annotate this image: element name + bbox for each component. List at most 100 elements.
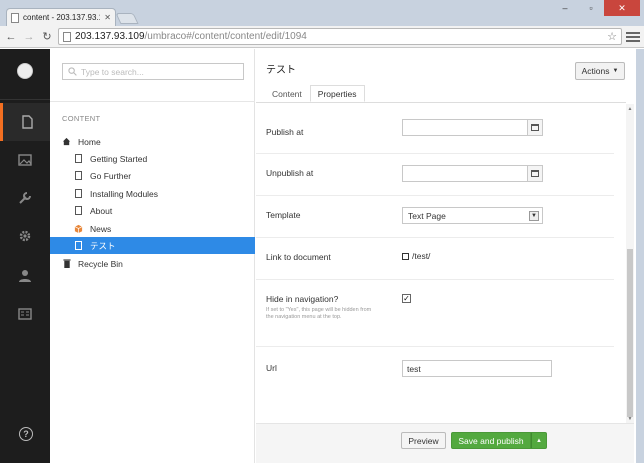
property-unpublish-at: Unpublish at bbox=[256, 154, 614, 196]
scrollbar[interactable]: ▲ ▼ bbox=[626, 104, 634, 424]
search-icon bbox=[68, 67, 77, 76]
media-section-icon[interactable] bbox=[0, 141, 50, 179]
document-icon bbox=[75, 154, 82, 163]
page-icon bbox=[63, 31, 71, 42]
document-link[interactable]: /test/ bbox=[402, 251, 430, 261]
tree-node-label: Installing Modules bbox=[90, 188, 159, 199]
tree-node-label: News bbox=[90, 223, 112, 234]
close-tab-icon[interactable]: ✕ bbox=[104, 13, 111, 22]
browser-tab-title: content - 203.137.93.1 bbox=[23, 13, 101, 22]
section-title: CONTENT bbox=[62, 114, 101, 123]
template-select[interactable]: Text Page ▼ bbox=[402, 207, 543, 224]
property-publish-at: Publish at bbox=[256, 104, 614, 154]
forward-arrow-icon[interactable]: → bbox=[22, 30, 36, 44]
scroll-down-icon[interactable]: ▼ bbox=[627, 416, 633, 422]
url-text: 203.137.93.109/umbraco#/content/content/… bbox=[75, 31, 307, 42]
divider bbox=[50, 101, 255, 102]
property-label: Publish at bbox=[266, 127, 304, 137]
unpublish-at-input[interactable] bbox=[402, 165, 528, 182]
page-icon bbox=[11, 12, 19, 23]
search-box bbox=[62, 63, 244, 80]
property-label: Url bbox=[266, 363, 277, 373]
browser-tabstrip: content - 203.137.93.1 ✕ – ▫ ✕ bbox=[0, 0, 644, 26]
property-label: Hide in navigation? bbox=[266, 294, 339, 304]
tree-node-about[interactable]: About bbox=[50, 202, 255, 219]
url-input[interactable]: test bbox=[402, 360, 552, 377]
property-label: Template bbox=[266, 210, 301, 220]
reload-icon[interactable]: ↻ bbox=[40, 30, 54, 44]
bookmark-star-icon[interactable]: ☆ bbox=[607, 30, 617, 43]
content-editor: テスト Actions ▼ Content Properties Publish… bbox=[256, 49, 636, 463]
tree-node-label: Getting Started bbox=[90, 153, 148, 164]
tree-node-news[interactable]: News bbox=[50, 220, 255, 237]
content-section-icon[interactable] bbox=[0, 103, 50, 141]
trash-icon bbox=[62, 259, 71, 269]
page-title[interactable]: テスト bbox=[266, 61, 296, 76]
hamburger-menu-icon[interactable] bbox=[626, 30, 640, 44]
tree-node-go-further[interactable]: Go Further bbox=[50, 167, 255, 184]
document-icon bbox=[75, 206, 82, 215]
calendar-icon[interactable] bbox=[527, 119, 543, 136]
external-link-icon bbox=[402, 252, 409, 260]
save-and-publish-button[interactable]: Save and publish bbox=[451, 432, 531, 449]
wrench-icon[interactable] bbox=[0, 179, 50, 217]
section-rail: ? bbox=[0, 49, 50, 463]
content-tree-panel: CONTENT Home Getting Started Go Further … bbox=[50, 49, 255, 463]
preview-button[interactable]: Preview bbox=[401, 432, 446, 449]
tree-node-getting-started[interactable]: Getting Started bbox=[50, 150, 255, 167]
gear-icon[interactable] bbox=[0, 217, 50, 255]
home-icon bbox=[62, 137, 71, 147]
property-link: Link to document /test/ bbox=[256, 238, 614, 280]
editor-tabs: Content Properties bbox=[264, 85, 365, 102]
calendar-icon[interactable] bbox=[527, 165, 543, 182]
scroll-up-icon[interactable]: ▲ bbox=[627, 106, 633, 112]
browser-toolbar: ← → ↻ 203.137.93.109/umbraco#/content/co… bbox=[0, 26, 644, 48]
window-close-icon[interactable]: ✕ bbox=[604, 0, 640, 16]
tab-content[interactable]: Content bbox=[264, 85, 310, 102]
document-icon bbox=[75, 241, 82, 250]
search-input[interactable] bbox=[81, 66, 231, 77]
members-card-icon[interactable] bbox=[0, 295, 50, 333]
actions-button[interactable]: Actions ▼ bbox=[575, 62, 625, 80]
properties-panel: Publish at Unpublish at Template Text Pa… bbox=[256, 104, 626, 424]
window-controls: – ▫ ✕ bbox=[552, 0, 640, 16]
chevron-down-icon: ▼ bbox=[529, 211, 539, 221]
box-icon bbox=[74, 224, 83, 234]
tree-node-label: Recycle Bin bbox=[78, 258, 123, 269]
tree-node-label: テスト bbox=[90, 240, 116, 251]
scroll-thumb[interactable] bbox=[627, 249, 633, 417]
property-url: Url test bbox=[256, 347, 614, 407]
browser-tab[interactable]: content - 203.137.93.1 ✕ bbox=[6, 8, 116, 26]
tree-node-test-selected[interactable]: テスト bbox=[50, 237, 255, 254]
document-icon bbox=[75, 171, 82, 180]
minimize-icon[interactable]: – bbox=[552, 0, 578, 16]
tree-node-home[interactable]: Home bbox=[50, 133, 255, 150]
tree-node-recycle-bin[interactable]: Recycle Bin bbox=[50, 255, 255, 272]
user-avatar[interactable] bbox=[17, 63, 33, 79]
property-template: Template Text Page ▼ bbox=[256, 196, 614, 238]
caret-down-icon: ▼ bbox=[612, 68, 619, 74]
property-label: Link to document bbox=[266, 252, 331, 262]
new-tab-button[interactable] bbox=[115, 13, 139, 24]
property-description: If set to "Yes", this page will be hidde… bbox=[266, 307, 372, 320]
actions-label: Actions bbox=[581, 66, 610, 76]
maximize-icon[interactable]: ▫ bbox=[578, 0, 604, 16]
address-bar[interactable]: 203.137.93.109/umbraco#/content/content/… bbox=[58, 28, 622, 45]
property-label: Unpublish at bbox=[266, 168, 314, 178]
caret-up-icon[interactable]: ▲ bbox=[531, 432, 547, 449]
back-arrow-icon[interactable]: ← bbox=[4, 30, 18, 44]
tree-node-label: About bbox=[90, 205, 113, 216]
document-icon bbox=[75, 189, 82, 198]
tab-properties[interactable]: Properties bbox=[309, 85, 365, 102]
template-value: Text Page bbox=[408, 210, 446, 221]
tree-node-label: Go Further bbox=[90, 170, 132, 181]
umbraco-app: ? CONTENT Home Getting Started Go Furthe… bbox=[0, 49, 636, 463]
tree-node-installing-modules[interactable]: Installing Modules bbox=[50, 185, 255, 202]
hide-in-navigation-checkbox[interactable]: ✓ bbox=[402, 294, 411, 303]
help-icon[interactable]: ? bbox=[19, 427, 33, 441]
editor-footer: Preview Save and publish ▲ bbox=[256, 423, 634, 463]
tree-node-label: Home bbox=[78, 136, 101, 147]
divider bbox=[256, 102, 626, 103]
user-icon[interactable] bbox=[0, 257, 50, 295]
publish-at-input[interactable] bbox=[402, 119, 528, 136]
